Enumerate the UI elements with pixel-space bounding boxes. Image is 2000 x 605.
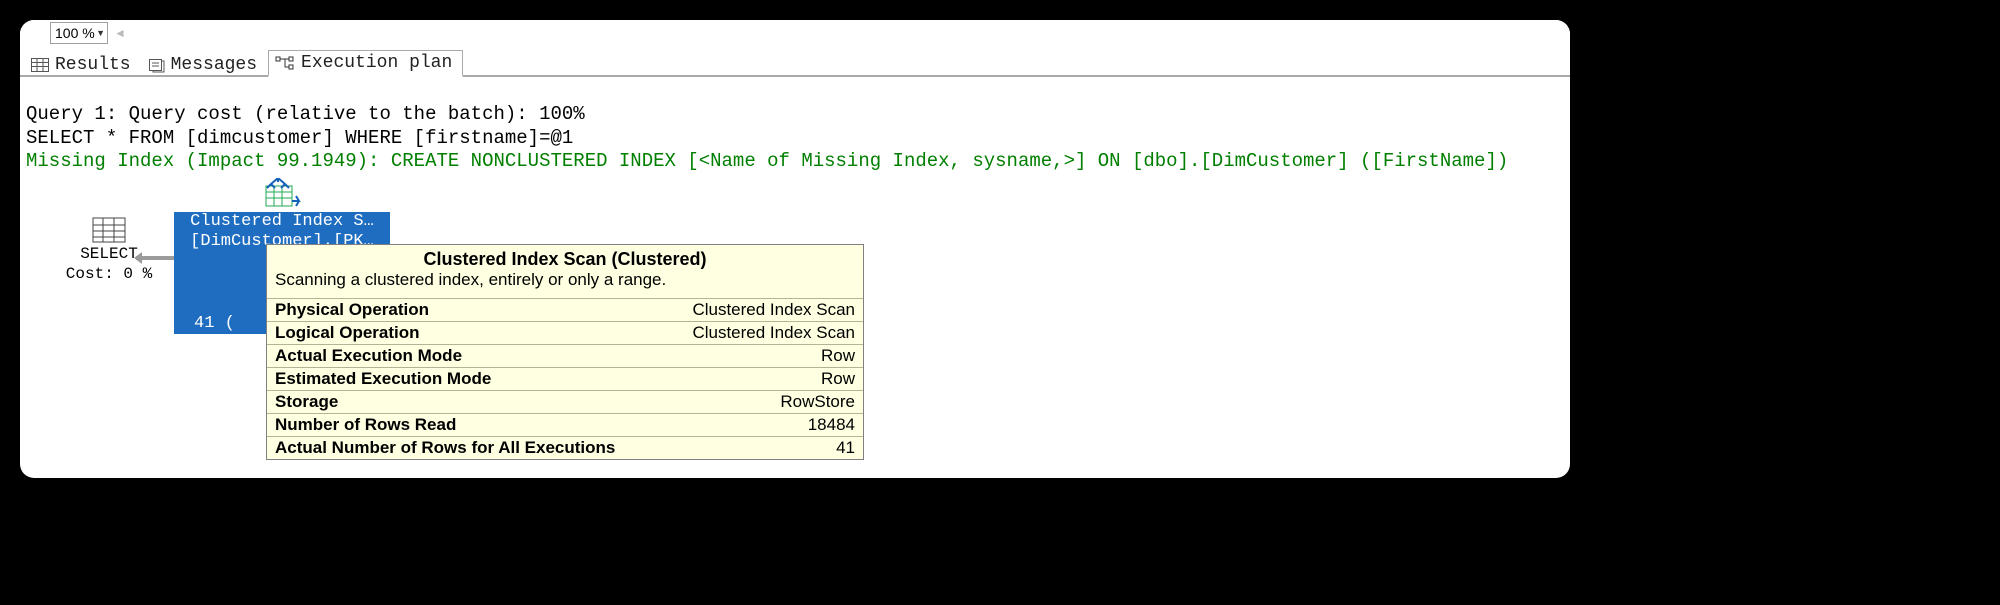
- table-row: Logical OperationClustered Index Scan: [267, 322, 863, 345]
- table-row: Actual Execution ModeRow: [267, 345, 863, 368]
- tab-label: Messages: [171, 55, 257, 75]
- zoom-bar: 100 % ▼ ◄: [20, 20, 1570, 48]
- op-cost: Cost: 0 %: [64, 264, 154, 284]
- table-row: Number of Rows Read18484: [267, 414, 863, 437]
- tab-label: Results: [55, 55, 131, 75]
- execution-plan-diagram[interactable]: SELECT Cost: 0 %: [20, 178, 1570, 478]
- ssms-results-pane: 100 % ▼ ◄ Results Messages Execution pla…: [20, 20, 1570, 478]
- tab-label: Execution plan: [301, 53, 452, 73]
- tooltip-desc: Scanning a clustered index, entirely or …: [267, 270, 863, 298]
- table-row: Estimated Execution ModeRow: [267, 368, 863, 391]
- query-sql-line: SELECT * FROM [dimcustomer] WHERE [first…: [26, 127, 573, 149]
- clustered-index-scan-icon: [262, 178, 302, 212]
- table-row: Physical OperationClustered Index Scan: [267, 299, 863, 322]
- tooltip-properties-table: Physical OperationClustered Index Scan L…: [267, 298, 863, 459]
- tab-messages[interactable]: Messages: [142, 52, 268, 77]
- zoom-value: 100 %: [55, 25, 95, 41]
- scroll-left-icon[interactable]: ◄: [114, 26, 126, 40]
- table-icon: [91, 216, 127, 244]
- op-label: SELECT: [64, 244, 154, 264]
- tab-results[interactable]: Results: [24, 52, 142, 77]
- chevron-down-icon: ▼: [96, 28, 105, 38]
- operator-tooltip: Clustered Index Scan (Clustered) Scannin…: [266, 244, 864, 460]
- query-cost-line: Query 1: Query cost (relative to the bat…: [26, 103, 585, 125]
- plan-header-text: Query 1: Query cost (relative to the bat…: [20, 77, 1570, 178]
- zoom-select[interactable]: 100 % ▼: [50, 22, 108, 44]
- grid-icon: [31, 58, 49, 72]
- table-row: StorageRowStore: [267, 391, 863, 414]
- messages-icon: [149, 57, 165, 73]
- tab-execution-plan[interactable]: Execution plan: [268, 50, 463, 77]
- result-tabs: Results Messages Execution plan: [20, 48, 1570, 77]
- table-row: Actual Number of Rows for All Executions…: [267, 437, 863, 460]
- plan-op-select[interactable]: SELECT Cost: 0 %: [64, 216, 154, 284]
- tooltip-title: Clustered Index Scan (Clustered): [267, 245, 863, 270]
- missing-index-hint[interactable]: Missing Index (Impact 99.1949): CREATE N…: [26, 150, 1508, 172]
- plan-icon: [275, 56, 295, 70]
